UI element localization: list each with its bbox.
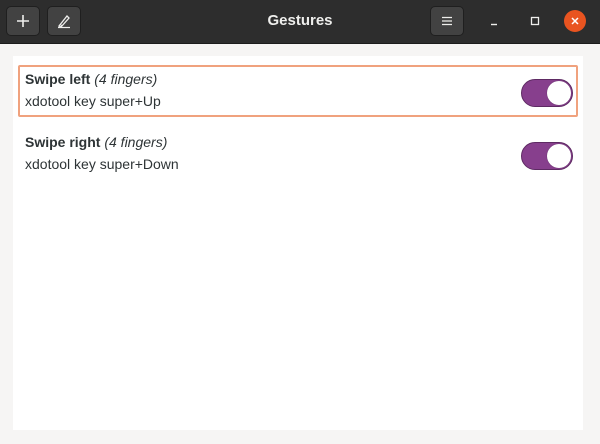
window-title: Gestures [267,12,333,29]
maximize-button[interactable] [524,10,546,32]
minimize-button[interactable] [483,10,505,32]
gesture-toggle-switch[interactable] [521,142,573,170]
gesture-heading: Swipe left (4 fingers) [25,71,157,87]
gesture-row-swipe-right[interactable]: Swipe right (4 fingers) xdotool key supe… [18,128,578,180]
gestures-window: Gestures Swipe left (4 fingers) xdotool … [0,0,600,444]
hamburger-menu-icon [442,16,452,26]
close-icon [571,17,579,25]
gesture-name: Swipe right [25,134,101,150]
minimize-icon [491,23,497,26]
gesture-fingers: (4 fingers) [94,71,158,87]
gesture-name: Swipe left [25,71,91,87]
gesture-toggle-switch[interactable] [521,79,573,107]
header-bar: Gestures [0,0,600,44]
gesture-command: xdotool key super+Up [25,93,161,109]
gesture-command: xdotool key super+Down [25,156,179,172]
gesture-heading: Swipe right (4 fingers) [25,134,167,150]
gesture-list: Swipe left (4 fingers) xdotool key super… [13,56,583,430]
edit-gesture-button[interactable] [47,6,81,36]
gesture-row-swipe-left[interactable]: Swipe left (4 fingers) xdotool key super… [18,65,578,117]
switch-knob [547,81,571,105]
gesture-fingers: (4 fingers) [104,134,168,150]
add-gesture-button[interactable] [6,6,40,36]
main-menu-button[interactable] [430,6,464,36]
switch-knob [547,144,571,168]
plus-icon [17,15,29,27]
close-button[interactable] [564,10,586,32]
edit-clear-icon [57,15,70,29]
maximize-icon [530,16,540,26]
